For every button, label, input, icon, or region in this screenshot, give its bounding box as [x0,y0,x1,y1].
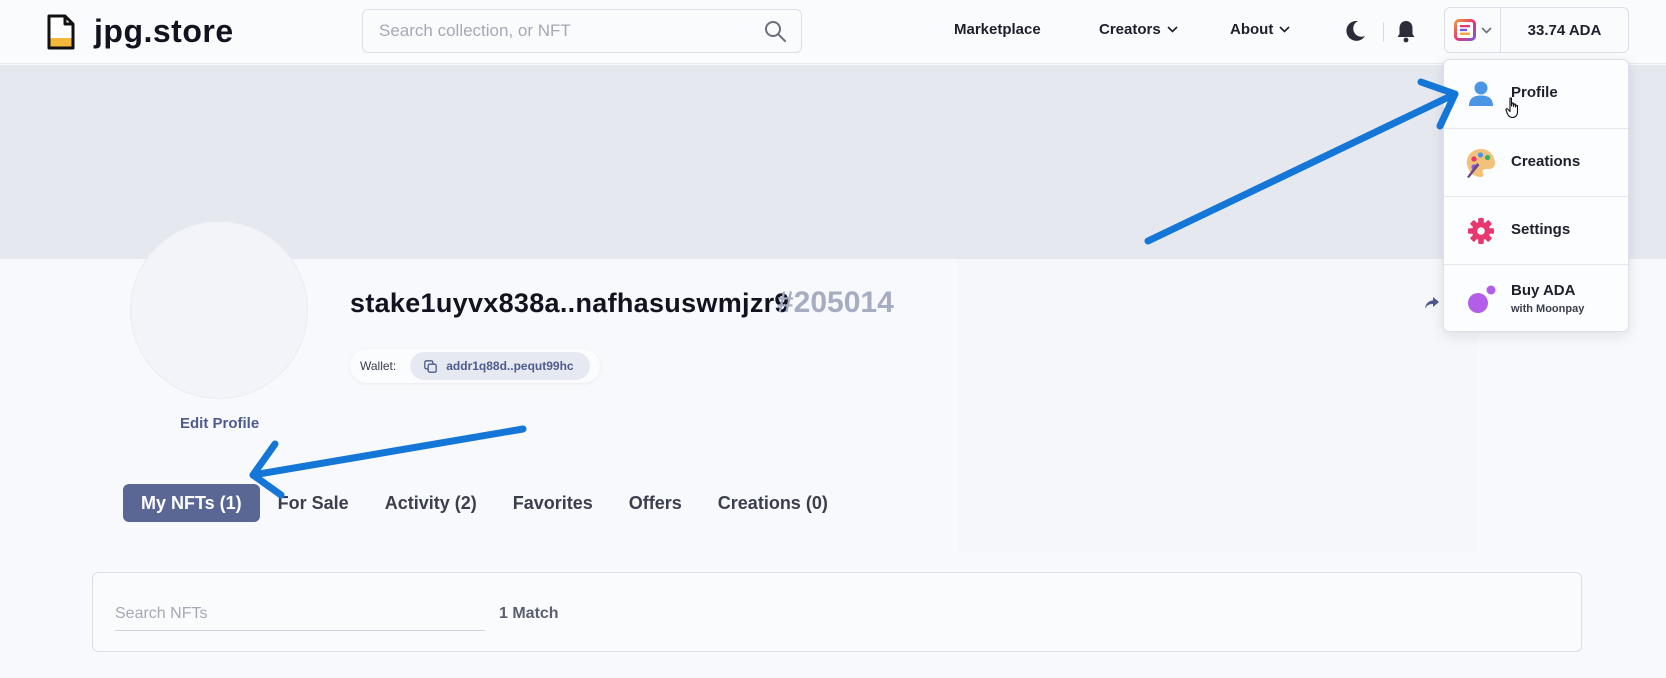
profile-name: stake1uyvx838a..nafhasuswmjzr9 [350,288,790,318]
global-search-input[interactable] [363,10,743,52]
top-header: jpg.store Marketplace Creators About [0,0,1666,64]
profile-number: #205014 [777,286,894,319]
nav-marketplace[interactable]: Marketplace [954,21,1041,38]
chevron-down-icon [1167,26,1178,33]
logo-text: jpg.store [94,13,234,49]
chevron-down-icon [1279,26,1290,33]
nft-search-panel: 1 Match [92,572,1582,652]
logo[interactable]: jpg.store [46,13,234,50]
menu-item-buy-ada[interactable]: Buy ADA with Moonpay [1444,264,1628,332]
wallet-address-copy-button[interactable]: addr1q88d..pequt99hc [410,352,590,380]
menu-item-creations-label: Creations [1511,153,1581,170]
account-dropdown-menu: Profile Creations Settings Buy ADA with … [1443,59,1629,332]
profile-avatar [130,221,308,399]
search-icon[interactable] [763,19,787,43]
match-count: 1 Match [499,605,559,622]
menu-item-creations[interactable]: Creations [1444,128,1628,196]
account-avatar-icon [1454,19,1476,41]
background-panel [958,259,1478,553]
tab-for-sale[interactable]: For Sale [278,493,349,514]
account-menu[interactable]: 33.74 ADA [1444,7,1629,53]
nav-creators-label: Creators [1099,21,1161,38]
tab-offers[interactable]: Offers [629,493,682,514]
user-icon [1469,81,1493,106]
nav-about-label: About [1230,21,1274,38]
dark-mode-moon-icon[interactable] [1343,18,1367,44]
header-divider [1383,22,1384,42]
nft-search-input[interactable] [115,597,485,631]
nav-marketplace-label: Marketplace [954,21,1041,38]
global-search-box[interactable] [362,9,802,53]
menu-item-buy-ada-sublabel: with Moonpay [1511,303,1585,315]
menu-item-profile[interactable]: Profile [1444,60,1628,128]
tab-activity[interactable]: Activity (2) [385,493,477,514]
profile-tabs: My NFTs (1) For Sale Activity (2) Favori… [123,484,864,522]
edit-profile-link[interactable]: Edit Profile [180,415,259,432]
share-icon[interactable] [1424,296,1440,310]
nav-about[interactable]: About [1230,21,1290,38]
palette-icon [1466,148,1496,178]
ada-balance: 33.74 ADA [1527,21,1602,39]
jpg-file-logo-icon [47,14,75,49]
moonpay-icon [1468,285,1496,313]
account-dropdown-trigger[interactable] [1445,8,1501,52]
nav-creators[interactable]: Creators [1099,21,1178,38]
menu-item-settings[interactable]: Settings [1444,196,1628,264]
annotation-arrow-tabs [249,425,527,479]
wallet-row: Wallet: addr1q88d..pequt99hc [350,349,600,383]
wallet-address: addr1q88d..pequt99hc [446,359,574,373]
chevron-down-icon [1481,26,1492,34]
notification-bell-icon[interactable] [1394,18,1418,44]
gear-icon [1468,217,1494,244]
pointer-hand-cursor-icon [1505,97,1519,119]
tab-my-nfts[interactable]: My NFTs (1) [123,484,260,522]
copy-icon [424,359,438,373]
wallet-label: Wallet: [360,359,397,373]
tab-creations[interactable]: Creations (0) [718,493,828,514]
menu-item-settings-label: Settings [1511,221,1571,238]
tab-favorites[interactable]: Favorites [513,493,593,514]
menu-item-buy-ada-label: Buy ADA [1511,282,1576,299]
